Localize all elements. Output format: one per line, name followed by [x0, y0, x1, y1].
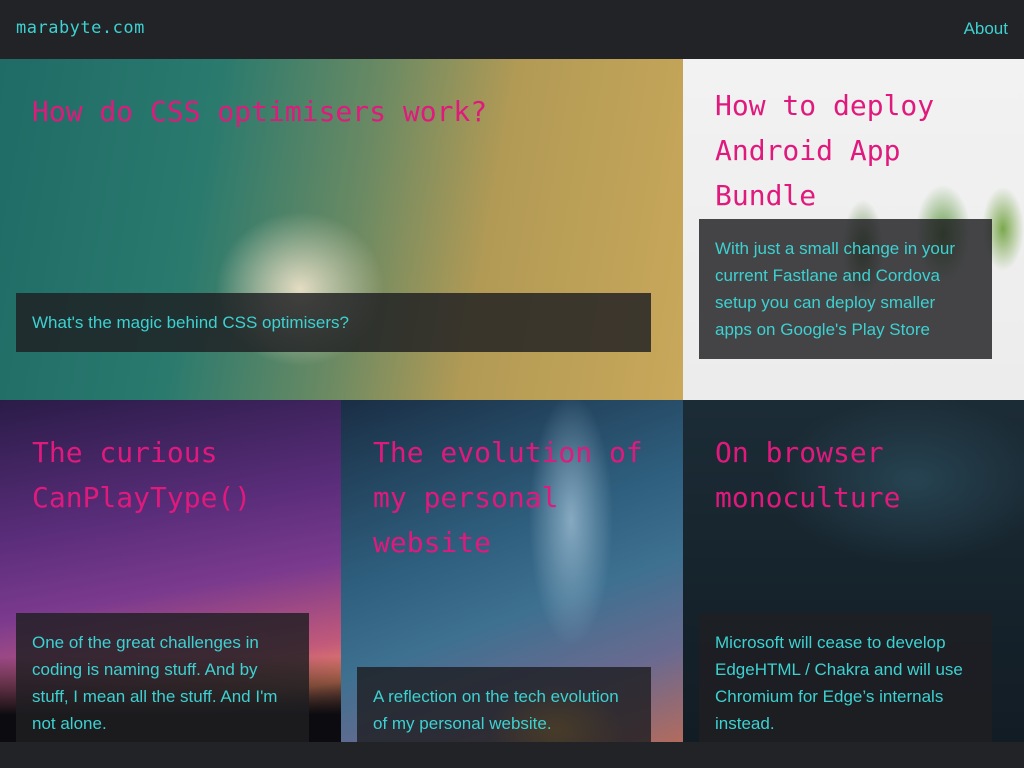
- post-card-browser-monoculture[interactable]: On browser monoculture Microsoft will ce…: [683, 400, 1024, 742]
- post-card-android-app-bundle[interactable]: How to deploy Android App Bundle With ju…: [683, 59, 1024, 400]
- post-card-website-evolution[interactable]: The evolution of my personal website A r…: [341, 400, 683, 742]
- site-header: marabyte.com About: [0, 0, 1024, 59]
- post-excerpt: With just a small change in your current…: [699, 219, 992, 359]
- post-excerpt: What's the magic behind CSS optimisers?: [16, 293, 651, 352]
- post-card-canplaytype[interactable]: The curious CanPlayType() One of the gre…: [0, 400, 341, 742]
- page-footer-strip: [0, 742, 1024, 768]
- post-title[interactable]: On browser monoculture: [715, 430, 1000, 520]
- post-excerpt: One of the great challenges in coding is…: [16, 613, 309, 742]
- post-card-css-optimisers[interactable]: How do CSS optimisers work? What's the m…: [0, 59, 683, 400]
- post-title[interactable]: How to deploy Android App Bundle: [715, 83, 1000, 218]
- post-excerpt: Microsoft will cease to develop EdgeHTML…: [699, 613, 992, 742]
- post-excerpt: A reflection on the tech evolution of my…: [357, 667, 651, 742]
- posts-grid: How do CSS optimisers work? What's the m…: [0, 59, 1024, 742]
- nav-about-link[interactable]: About: [964, 19, 1008, 39]
- post-title[interactable]: The curious CanPlayType(): [32, 430, 317, 520]
- post-title[interactable]: How do CSS optimisers work?: [32, 89, 659, 134]
- post-title[interactable]: The evolution of my personal website: [373, 430, 659, 565]
- site-logo-link[interactable]: marabyte.com: [16, 18, 145, 38]
